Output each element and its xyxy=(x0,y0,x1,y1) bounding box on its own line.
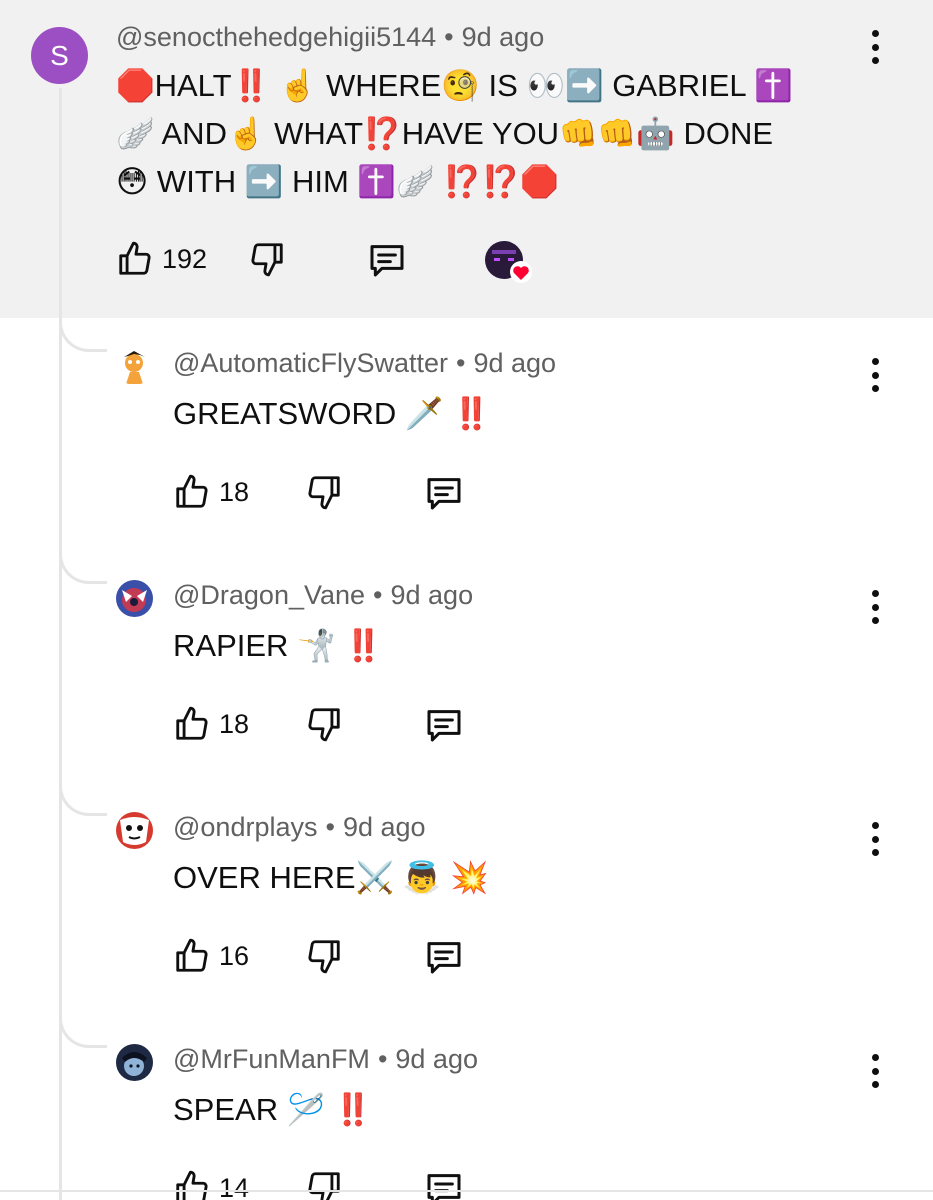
comment-actions: 192 xyxy=(116,240,616,283)
meta-separator: • xyxy=(444,22,454,52)
comment-text: SPEAR 🪡 ‼️ xyxy=(173,1092,373,1127)
comment-text: GREATSWORD 🗡️ ‼️ xyxy=(173,396,491,431)
thumbs-up-icon xyxy=(176,706,208,740)
like-button[interactable]: 18 xyxy=(173,705,249,743)
reply-icon xyxy=(427,478,461,510)
like-button[interactable]: 18 xyxy=(173,473,249,511)
comment-text-line: 😳 WITH ➡️ HIM ✝️🪽 ⁉️⁉️🛑 xyxy=(116,164,559,199)
thumbs-up-icon xyxy=(176,1170,208,1200)
comment-time[interactable]: 9d ago xyxy=(391,580,474,610)
reply-button[interactable] xyxy=(423,705,465,745)
comment-thread: S @senocthehedgehigii5144 • 9d ago 🛑HALT‼️… xyxy=(0,0,933,1200)
reply-button[interactable] xyxy=(366,240,408,280)
comment-actions: 14 xyxy=(173,1169,573,1200)
comment-text: 🛑HALT‼️ ☝️ WHERE🧐 IS 👀➡️ GABRIEL ✝️ 🪽 AN… xyxy=(116,62,876,206)
author-name[interactable]: @Dragon_Vane xyxy=(173,580,365,610)
thread-connector xyxy=(59,318,107,352)
thumbs-down-icon xyxy=(308,476,340,510)
reply-button[interactable] xyxy=(423,473,465,513)
avatar[interactable] xyxy=(116,812,153,849)
reply-icon xyxy=(427,710,461,742)
reply-icon xyxy=(370,245,404,277)
thumbs-up-icon xyxy=(176,474,208,508)
thumbs-down-icon xyxy=(251,243,283,277)
bottom-divider xyxy=(0,1190,933,1192)
dislike-button[interactable] xyxy=(305,705,343,743)
avatar[interactable] xyxy=(116,580,153,617)
avatar-letter: S xyxy=(50,39,69,71)
more-vert-icon[interactable] xyxy=(870,590,880,624)
avatar[interactable] xyxy=(116,1044,153,1081)
more-vert-icon[interactable] xyxy=(870,358,880,392)
comment-meta: @ondrplays • 9d ago xyxy=(173,812,426,843)
like-count: 18 xyxy=(219,708,250,739)
dislike-button[interactable] xyxy=(248,240,286,278)
comment-actions: 16 xyxy=(173,937,573,977)
thread-connector xyxy=(59,550,107,584)
author-name[interactable]: @ondrplays xyxy=(173,812,317,842)
comment-meta: @AutomaticFlySwatter • 9d ago xyxy=(173,348,556,379)
meta-separator: • xyxy=(455,348,466,378)
thumbs-down-icon xyxy=(308,1172,340,1200)
comment-time[interactable]: 9d ago xyxy=(473,348,556,378)
creator-heart-icon xyxy=(484,240,532,283)
comment-text-line: 🛑HALT‼️ ☝️ WHERE🧐 IS 👀➡️ GABRIEL ✝️ xyxy=(116,68,793,103)
avatar[interactable]: S xyxy=(31,27,88,84)
thumbs-down-icon xyxy=(308,708,340,742)
more-vert-icon[interactable] xyxy=(870,30,880,64)
comment-time[interactable]: 9d ago xyxy=(343,812,426,842)
like-count: 16 xyxy=(219,940,250,971)
meta-separator: • xyxy=(377,1044,388,1074)
dislike-button[interactable] xyxy=(305,1169,343,1200)
more-vert-icon[interactable] xyxy=(870,822,880,856)
comment-time[interactable]: 9d ago xyxy=(395,1044,478,1074)
comment-meta: @senocthehedgehigii5144 • 9d ago xyxy=(116,22,544,53)
comment-text: RAPIER 🤺 ‼️ xyxy=(173,628,383,663)
meta-separator: • xyxy=(325,812,335,842)
reply-comment: @ondrplays • 9d ago OVER HERE⚔️ 👼 💥 16 xyxy=(0,782,933,1014)
comment-actions: 18 xyxy=(173,473,573,513)
more-vert-icon[interactable] xyxy=(870,1054,880,1088)
like-button[interactable]: 16 xyxy=(173,937,249,975)
thumbs-up-icon xyxy=(119,241,151,275)
comment-actions: 18 xyxy=(173,705,573,745)
author-name[interactable]: @MrFunManFM xyxy=(173,1044,370,1074)
like-count: 14 xyxy=(219,1172,250,1200)
reply-comment: @AutomaticFlySwatter • 9d ago GREATSWORD 🗡… xyxy=(0,318,933,550)
main-comment: S @senocthehedgehigii5144 • 9d ago 🛑HALT‼️… xyxy=(0,0,933,318)
like-count: 192 xyxy=(162,243,208,274)
reply-comment: @MrFunManFM • 9d ago SPEAR 🪡 ‼️ 14 xyxy=(0,1014,933,1200)
reply-button[interactable] xyxy=(423,1169,465,1200)
comment-time[interactable]: 9d ago xyxy=(462,22,545,52)
author-name[interactable]: @senocthehedgehigii5144 xyxy=(116,22,436,52)
reply-comment: @Dragon_Vane • 9d ago RAPIER 🤺 ‼️ 18 xyxy=(0,550,933,782)
avatar[interactable] xyxy=(116,348,153,385)
thumbs-up-icon xyxy=(176,938,208,972)
author-name[interactable]: @AutomaticFlySwatter xyxy=(173,348,448,378)
comment-text-line: 🪽 AND☝️ WHAT⁉️HAVE YOU👊👊🤖 DONE xyxy=(116,116,774,151)
thumbs-down-icon xyxy=(308,940,340,974)
reply-icon xyxy=(427,1174,461,1200)
reply-icon xyxy=(427,942,461,974)
like-button[interactable]: 14 xyxy=(173,1169,249,1200)
like-count: 18 xyxy=(219,476,250,507)
meta-separator: • xyxy=(373,580,383,610)
reply-button[interactable] xyxy=(423,937,465,977)
comment-meta: @MrFunManFM • 9d ago xyxy=(173,1044,478,1075)
dislike-button[interactable] xyxy=(305,473,343,511)
thread-connector xyxy=(59,782,107,816)
comment-text: OVER HERE⚔️ 👼 💥 xyxy=(173,860,489,895)
thread-connector xyxy=(59,1014,107,1048)
comment-meta: @Dragon_Vane • 9d ago xyxy=(173,580,473,611)
dislike-button[interactable] xyxy=(305,937,343,975)
like-button[interactable]: 192 xyxy=(116,240,207,278)
